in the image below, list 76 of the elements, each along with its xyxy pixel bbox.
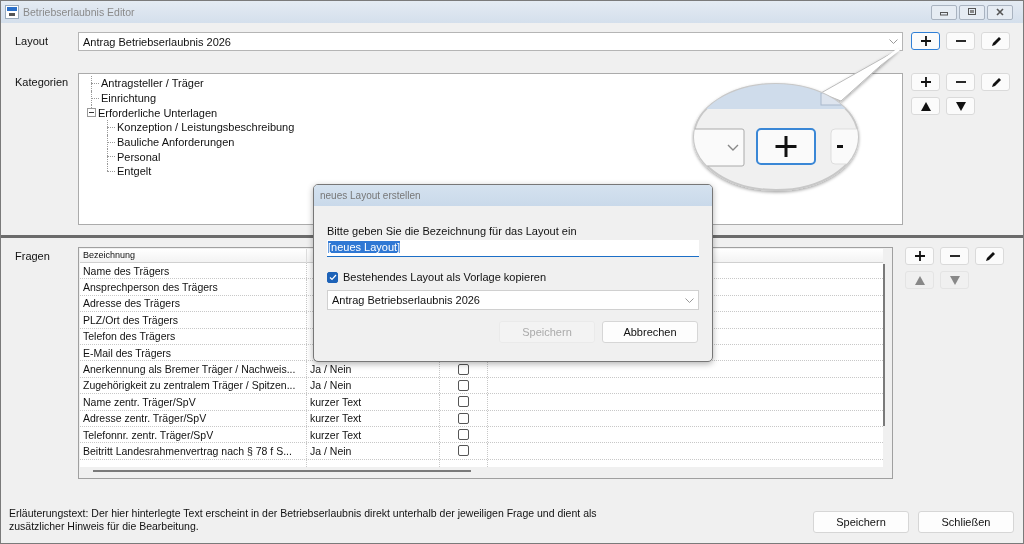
triangle-down-icon	[948, 274, 961, 286]
app-icon	[5, 5, 19, 19]
table-cell: kurzer Text	[307, 410, 440, 426]
tree-item[interactable]: Einrichtung	[101, 92, 157, 105]
close-button[interactable]	[987, 4, 1013, 20]
checkbox[interactable]	[458, 396, 469, 408]
maximize-icon	[967, 8, 977, 16]
table-cell: Ansprechperson des Trägers	[80, 279, 307, 295]
remove-button[interactable]	[946, 73, 975, 91]
checkbox[interactable]	[458, 429, 469, 441]
checkbox[interactable]	[458, 412, 469, 424]
table-cell: PLZ/Ort des Trägers	[80, 312, 307, 328]
remove-button[interactable]	[940, 247, 969, 265]
dropdown-value: Antrag Betriebserlaubnis 2026	[83, 35, 231, 48]
maximize-button[interactable]	[959, 4, 985, 20]
table-cell: Zugehörigkeit zu zentralem Träger / Spitzen...	[80, 377, 307, 394]
input-field[interactable]: [neues Layout]	[327, 240, 699, 257]
footer-button[interactable]: Speichern	[813, 511, 909, 533]
table-cell: Telefonnr. zentr. Träger/SpV	[80, 426, 307, 443]
triangle-up-icon	[919, 100, 932, 112]
tree-item[interactable]: Konzeption / Leistungsbeschreibung	[117, 121, 295, 134]
checkbox[interactable]	[327, 271, 338, 283]
table-cell: Ja / Nein	[307, 377, 440, 394]
plus-icon	[919, 35, 932, 47]
tree-item[interactable]: Bauliche Anforderungen	[117, 136, 235, 149]
plus-icon	[913, 250, 926, 262]
table-cell: kurzer Text	[307, 426, 440, 443]
edit-button[interactable]	[981, 73, 1010, 91]
dialog-button[interactable]: Abbrechen	[602, 321, 698, 343]
triangle-down-icon	[954, 100, 967, 112]
field-label: Fragen	[15, 249, 51, 262]
tree-item[interactable]: Entgelt	[117, 165, 152, 178]
move-down-button[interactable]	[946, 97, 975, 115]
chevron-down-icon	[685, 297, 694, 303]
table-cell: Adresse des Trägers	[80, 295, 307, 312]
table-cell: Name des Trägers	[80, 263, 307, 279]
edit-button[interactable]	[975, 247, 1004, 265]
add-button[interactable]	[911, 32, 940, 50]
minimize-button[interactable]	[931, 4, 957, 20]
tree-item[interactable]: Antragsteller / Träger	[101, 77, 204, 90]
footer-button[interactable]: Schließen	[918, 511, 1014, 533]
table-cell: E-Mail des Trägers	[80, 344, 307, 361]
table-cell: Beitritt Landesrahmenvertrag nach § 78 f S...	[80, 443, 307, 459]
table-cell: Adresse zentr. Träger/SpV	[80, 410, 307, 426]
chevron-down-icon	[889, 39, 898, 44]
dialog-title: neues Layout erstellen	[314, 185, 712, 206]
remove-button[interactable]	[946, 32, 975, 50]
window-title: Betriebserlaubnis Editor	[23, 6, 136, 18]
checkbox[interactable]	[458, 379, 469, 391]
move-up-button[interactable]	[911, 97, 940, 115]
pencil-icon	[983, 250, 996, 262]
table-cell: Telefon des Trägers	[80, 328, 307, 344]
plus-icon	[919, 76, 932, 88]
field-label: Layout	[15, 34, 50, 47]
edit-button[interactable]	[981, 32, 1010, 50]
pencil-icon	[989, 35, 1002, 47]
table-cell: kurzer Text	[307, 394, 440, 410]
tree-item[interactable]: Erforderliche Unterlagen	[98, 106, 218, 119]
checkbox-label: Bestehendes Layout als Vorlage kopieren	[343, 271, 547, 283]
table-cell: Name zentr. Träger/SpV	[80, 394, 307, 410]
checkbox[interactable]	[458, 363, 469, 375]
tree-item[interactable]: Personal	[117, 150, 161, 163]
table-cell: Anerkennung als Bremer Träger / Nachweis...	[80, 361, 307, 377]
table-cell: Ja / Nein	[307, 443, 440, 459]
hint-text: Erläuterungstext: Der hier hinterlegte Text erscheint in der Betriebserlaubnis direkt unterhalb der jeweiligen Frage und dient als zusätzlicher Hinweis für die Bearbeitung.	[9, 507, 598, 533]
close-icon	[995, 8, 1005, 16]
collapse-icon[interactable]	[87, 108, 96, 118]
prompt-text: Bitte geben Sie die Bezeichnung für das Layout ein	[327, 225, 578, 237]
pencil-icon	[989, 76, 1002, 88]
triangle-up-icon	[913, 274, 926, 286]
scrollbar[interactable]	[883, 264, 885, 426]
scrollbar[interactable]	[93, 470, 471, 472]
checkbox[interactable]	[458, 445, 469, 457]
dropdown-value: Antrag Betriebserlaubnis 2026	[332, 294, 480, 306]
template-dropdown[interactable]: Antrag Betriebserlaubnis 2026	[327, 290, 699, 310]
field-label: Kategorien	[15, 75, 70, 88]
